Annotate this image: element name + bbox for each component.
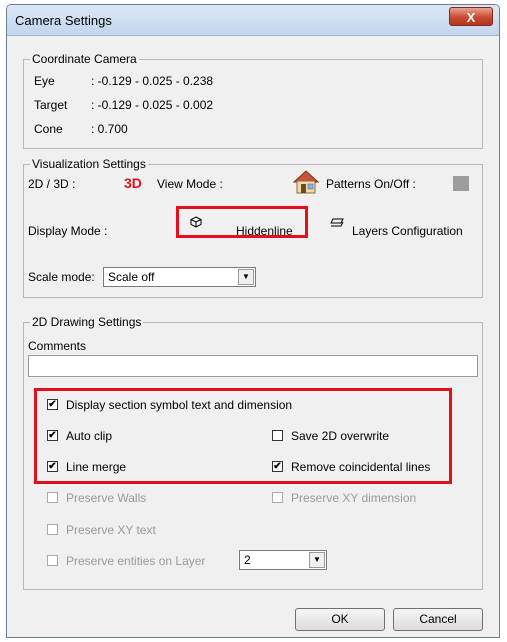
scale-mode-select[interactable]: Scale off ▼ (103, 267, 256, 287)
dimension-value[interactable]: 3D (124, 175, 142, 191)
display-section-checkbox[interactable]: ✔ (47, 399, 58, 410)
eye-label: Eye (34, 74, 55, 88)
ok-button[interactable]: OK (295, 608, 385, 631)
visualization-settings-group: Visualization Settings 2D / 3D : 3D View… (23, 157, 483, 298)
eye-value: : -0.129 - 0.025 - 0.238 (91, 74, 214, 88)
preserve-xy-dimension-checkbox[interactable] (272, 492, 283, 503)
cancel-button[interactable]: Cancel (393, 608, 483, 631)
chevron-down-icon[interactable]: ▼ (238, 269, 254, 285)
visualization-settings-title: Visualization Settings (30, 157, 148, 171)
target-value: : -0.129 - 0.025 - 0.002 (91, 98, 214, 112)
window-title: Camera Settings (15, 13, 112, 28)
house-icon[interactable] (292, 169, 320, 195)
drawing-settings-title: 2D Drawing Settings (30, 315, 144, 329)
display-mode-value[interactable]: Hiddenline (236, 224, 293, 238)
display-section-label: Display section symbol text and dimensio… (66, 398, 293, 412)
preserve-xy-text-checkbox[interactable] (47, 524, 58, 535)
dialog-body: Coordinate Camera Eye : -0.129 - 0.025 -… (13, 36, 493, 632)
cube-icon[interactable] (190, 216, 202, 228)
close-button[interactable]: X (449, 7, 493, 26)
preserve-walls-label: Preserve Walls (66, 491, 147, 505)
preserve-xy-text-label: Preserve XY text (66, 523, 156, 537)
preserve-entities-checkbox[interactable] (47, 555, 58, 566)
auto-clip-label: Auto clip (66, 429, 113, 443)
view-mode-label: View Mode : (157, 177, 223, 191)
coordinate-camera-group: Coordinate Camera Eye : -0.129 - 0.025 -… (23, 52, 483, 149)
coordinate-camera-title: Coordinate Camera (30, 52, 139, 66)
drawing-settings-group: 2D Drawing Settings Comments ✔ Display s… (23, 315, 483, 590)
remove-coincidental-checkbox[interactable]: ✔ (272, 461, 283, 472)
patterns-label: Patterns On/Off : (326, 177, 416, 191)
title-bar: Camera Settings X (7, 5, 499, 36)
dimension-label: 2D / 3D : (28, 177, 76, 191)
cone-label: Cone (34, 122, 63, 136)
patterns-toggle[interactable] (453, 176, 469, 191)
line-merge-label: Line merge (66, 460, 127, 474)
display-mode-label: Display Mode : (28, 224, 108, 238)
save-overwrite-checkbox[interactable] (272, 430, 283, 441)
layers-configuration-link[interactable]: Layers Configuration (352, 224, 463, 238)
remove-coincidental-label: Remove coincidental lines (291, 460, 431, 474)
comments-label: Comments (28, 339, 87, 353)
cone-value: : 0.700 (91, 122, 128, 136)
layer-select[interactable]: 2 ▼ (239, 550, 327, 570)
comments-input[interactable] (28, 355, 478, 377)
chevron-down-icon[interactable]: ▼ (309, 552, 325, 568)
scale-mode-value: Scale off (108, 270, 155, 284)
target-label: Target (34, 98, 68, 112)
preserve-xy-dimension-label: Preserve XY dimension (291, 491, 417, 505)
scale-mode-label: Scale mode: (28, 270, 95, 284)
line-merge-checkbox[interactable]: ✔ (47, 461, 58, 472)
preserve-entities-label: Preserve entities on Layer (66, 554, 206, 568)
auto-clip-checkbox[interactable]: ✔ (47, 430, 58, 441)
layer-value: 2 (244, 553, 251, 567)
preserve-walls-checkbox[interactable] (47, 492, 58, 503)
layers-icon[interactable] (330, 217, 344, 229)
save-overwrite-label: Save 2D overwrite (291, 429, 390, 443)
camera-settings-dialog: Camera Settings X Coordinate Camera Eye … (6, 4, 500, 638)
